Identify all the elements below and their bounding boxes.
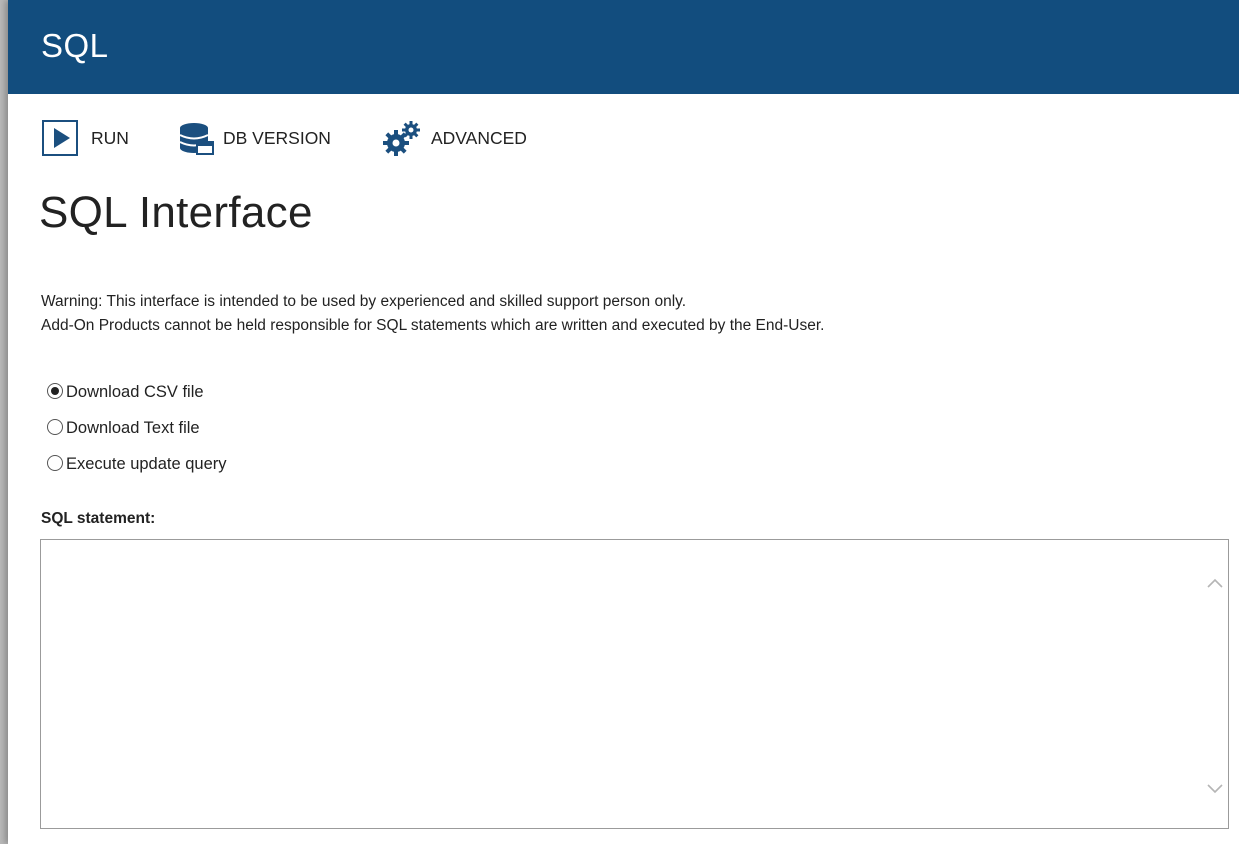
vertical-scrollbar[interactable] (1202, 540, 1228, 828)
app-header: SQL (8, 0, 1239, 94)
warning-line-1: Warning: This interface is intended to b… (41, 293, 687, 310)
radio-button[interactable] (47, 419, 63, 435)
db-version-label: DB VERSION (223, 128, 331, 148)
warning-line-2: Add-On Products cannot be held responsib… (41, 317, 825, 334)
radio-label-download-text: Download Text file (66, 419, 200, 437)
sql-statement-box (40, 539, 1229, 829)
app-title: SQL (41, 27, 109, 64)
advanced-button[interactable]: ADVANCED (383, 118, 563, 158)
sql-window: SQL RUN DB VERSION ADVANCED SQL Interfac… (8, 0, 1239, 844)
advanced-label: ADVANCED (431, 128, 527, 148)
sql-statement-label: SQL statement: (41, 510, 156, 527)
sql-statement-input[interactable] (41, 540, 1201, 828)
radio-button-checked[interactable] (47, 383, 63, 399)
db-version-button[interactable]: DB VERSION (177, 118, 367, 158)
radio-label-download-csv: Download CSV file (66, 383, 204, 401)
warning-text: Warning: This interface is intended to b… (41, 290, 824, 338)
run-button[interactable]: RUN (41, 118, 151, 158)
chevron-up-icon[interactable] (1202, 568, 1228, 598)
database-icon (177, 120, 215, 156)
run-label: RUN (91, 128, 129, 148)
page-title: SQL Interface (39, 188, 313, 237)
radio-label-execute-update: Execute update query (66, 455, 227, 473)
radio-button[interactable] (47, 455, 63, 471)
chevron-down-icon[interactable] (1202, 774, 1228, 804)
gears-icon (383, 120, 421, 156)
play-icon (41, 120, 79, 156)
